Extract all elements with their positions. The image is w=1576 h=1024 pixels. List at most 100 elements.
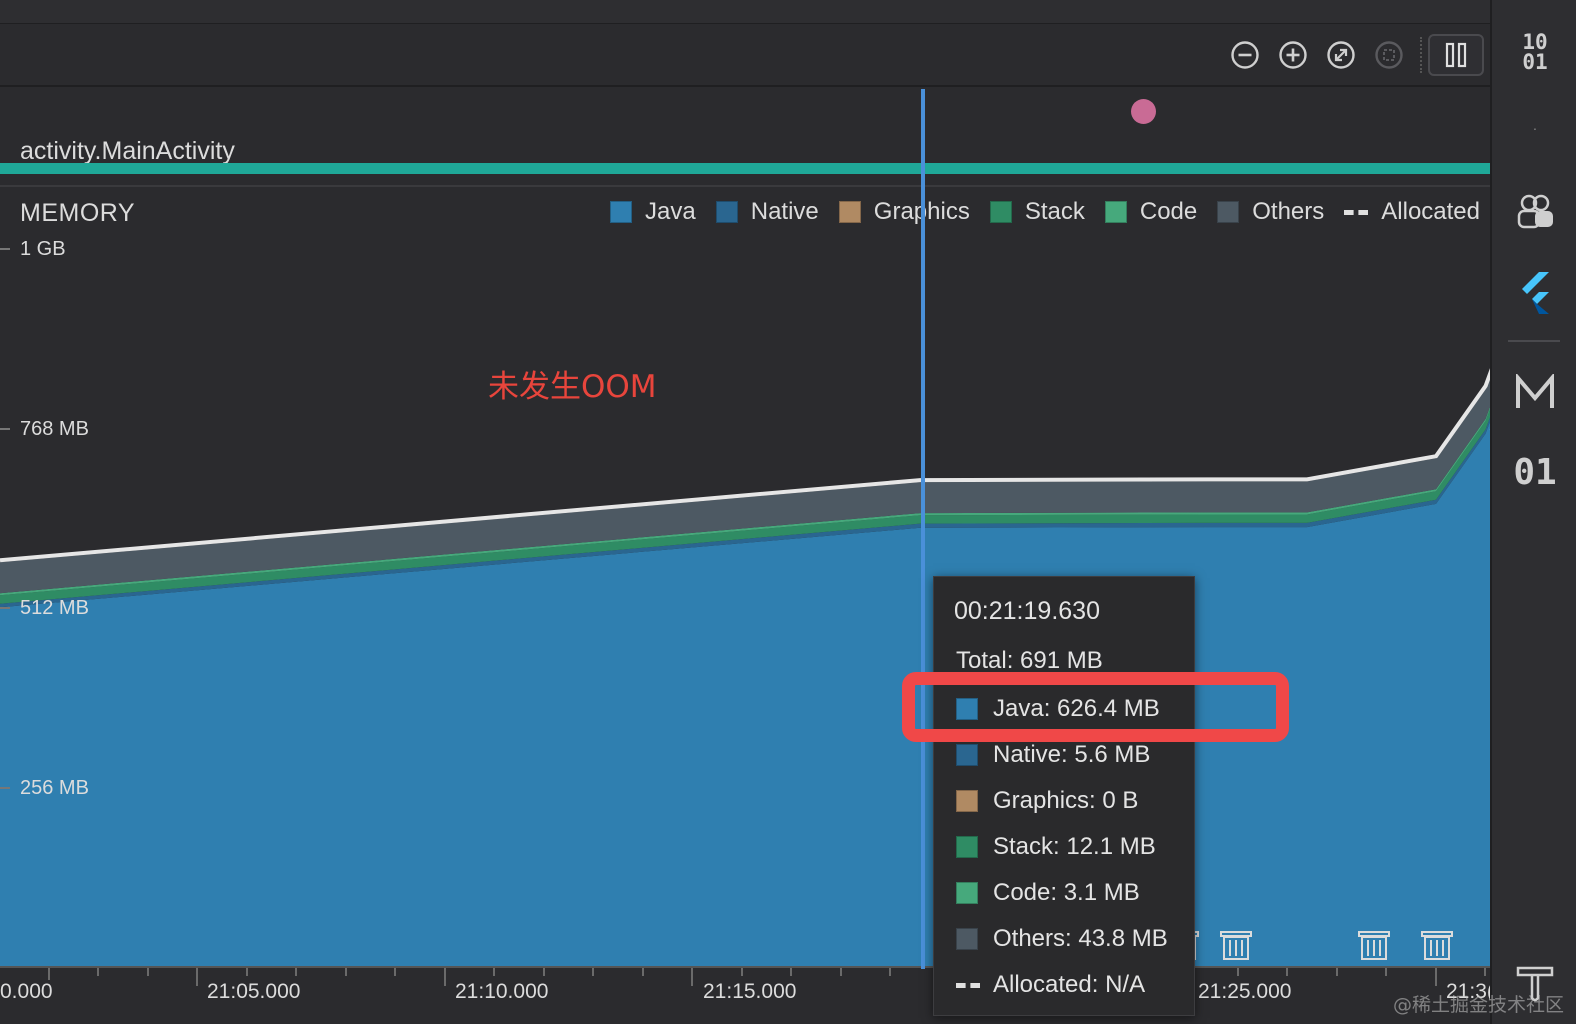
markdown-icon[interactable] [1492,370,1576,414]
x-tick [691,968,693,986]
x-tick [1286,968,1288,976]
legend-stack-swatch [989,201,1012,223]
frame-selection-icon[interactable] [1372,38,1406,72]
y-label-512mb: 512 MB [20,597,89,619]
legend-others: Others [1217,198,1324,226]
x-tick [246,968,248,976]
time-axis: 0.000 21:05.000 21:10.000 21:15.000 21:2… [0,966,1494,1024]
x-tick [196,968,198,986]
zoom-in-icon[interactable] [1276,38,1310,72]
area-others [0,375,1490,594]
area-native [0,417,1490,608]
legend-code-label: Code [1139,198,1198,225]
x-tick [543,968,545,976]
legend-others-swatch [1217,201,1240,223]
x-label: 21:10.000 [455,980,549,1003]
memory-legend: Java Native Graphics Stack Code Others A… [590,198,1480,226]
x-tick [345,968,347,976]
activity-bar[interactable] [0,163,1490,174]
total-line [0,368,1490,563]
tooltip-others-value: Others: 43.8 MB [993,925,1168,952]
x-tick [147,968,149,976]
y-tick [0,428,10,430]
y-tick [0,787,10,789]
x-tick [1385,968,1387,976]
x-tick [1435,968,1437,986]
timeline-cursor[interactable] [921,89,925,969]
tooltip-native-value: Native: 5.6 MB [993,741,1151,768]
x-tick [642,968,644,976]
legend-code: Code [1104,198,1198,226]
top-strip [0,0,1490,24]
legend-java: Java [610,198,696,226]
tooltip-code-value: Code: 3.1 MB [993,879,1140,906]
gc-trash-icon[interactable] [1355,928,1393,962]
x-tick [1336,968,1338,976]
x-label: 21:15.000 [703,980,797,1003]
hex-icon[interactable]: 01 [1492,450,1576,494]
legend-stack-label: Stack [1024,198,1085,225]
x-tick [889,968,891,976]
y-label-256mb: 256 MB [20,777,89,799]
tooltip-row-code: Code: 3.1 MB [956,879,1140,907]
java-highlight-box [902,672,1289,742]
x-tick [48,968,50,980]
memory-title: MEMORY [20,199,136,227]
tooltip-row-stack: Stack: 12.1 MB [956,833,1156,861]
x-tick [592,968,594,976]
area-graphics [0,417,1490,604]
reset-zoom-icon[interactable] [1324,38,1358,72]
watermark-text: @稀土掘金技术社区 [1392,994,1564,1016]
y-label-768mb: 768 MB [20,418,89,440]
tooltip-others-swatch [956,928,978,950]
flutter-icon[interactable] [1492,268,1576,316]
legend-allocated-swatch [1344,209,1369,215]
tooltip-allocated-swatch [956,982,980,988]
legend-allocated: Allocated [1344,198,1480,226]
x-tick [97,968,99,976]
sidebar-separator [1508,340,1560,342]
legend-allocated-label: Allocated [1381,198,1480,225]
legend-native-label: Native [750,198,819,225]
gc-trash-icon[interactable] [1217,928,1255,962]
area-java [0,421,1490,968]
zoom-out-icon[interactable] [1228,38,1262,72]
tooltip-time: 00:21:19.630 [954,597,1100,625]
y-tick [0,607,10,609]
tooltip-native-swatch [956,744,978,766]
gc-trash-icon[interactable] [1418,928,1456,962]
memory-tooltip: 00:21:19.630 Total: 691 MB Java: 626.4 M… [933,576,1195,1016]
x-tick [394,968,396,976]
pause-live-icon[interactable] [1428,34,1484,76]
event-marker-icon[interactable] [1131,99,1156,124]
x-tick [741,968,743,976]
x-label: 21:05.000 [207,980,301,1003]
right-tool-sidebar: 10 01 · 01 [1490,0,1576,1024]
event-track: activity.MainActivity [0,89,1490,187]
x-tick [840,968,842,976]
x-label: 0.000 [0,980,53,1003]
x-tick [493,968,495,976]
oom-annotation: 未发生OOM [488,369,657,405]
tooltip-row-native: Native: 5.6 MB [956,741,1150,769]
binary-icon[interactable]: 10 01 [1492,30,1576,74]
x-label: 21:25.000 [1198,980,1292,1003]
dot-icon: · [1532,120,1538,136]
legend-native: Native [715,198,819,226]
tooltip-row-others: Others: 43.8 MB [956,925,1168,953]
legend-graphics-swatch [838,201,861,223]
y-label-1gb: 1 GB [20,238,66,260]
area-code [0,406,1490,596]
x-tick [790,968,792,976]
tooltip-row-allocated: Allocated: N/A [956,971,1145,999]
legend-native-swatch [715,201,738,223]
tooltip-graphics-value: Graphics: 0 B [993,787,1139,814]
x-tick [444,968,446,986]
y-tick [0,248,10,250]
activity-label: activity.MainActivity [20,137,235,165]
tooltip-code-swatch [956,882,978,904]
tooltip-graphics-swatch [956,790,978,812]
x-tick [1237,968,1239,976]
legend-java-swatch [610,201,633,223]
device-icon[interactable] [1492,190,1576,234]
